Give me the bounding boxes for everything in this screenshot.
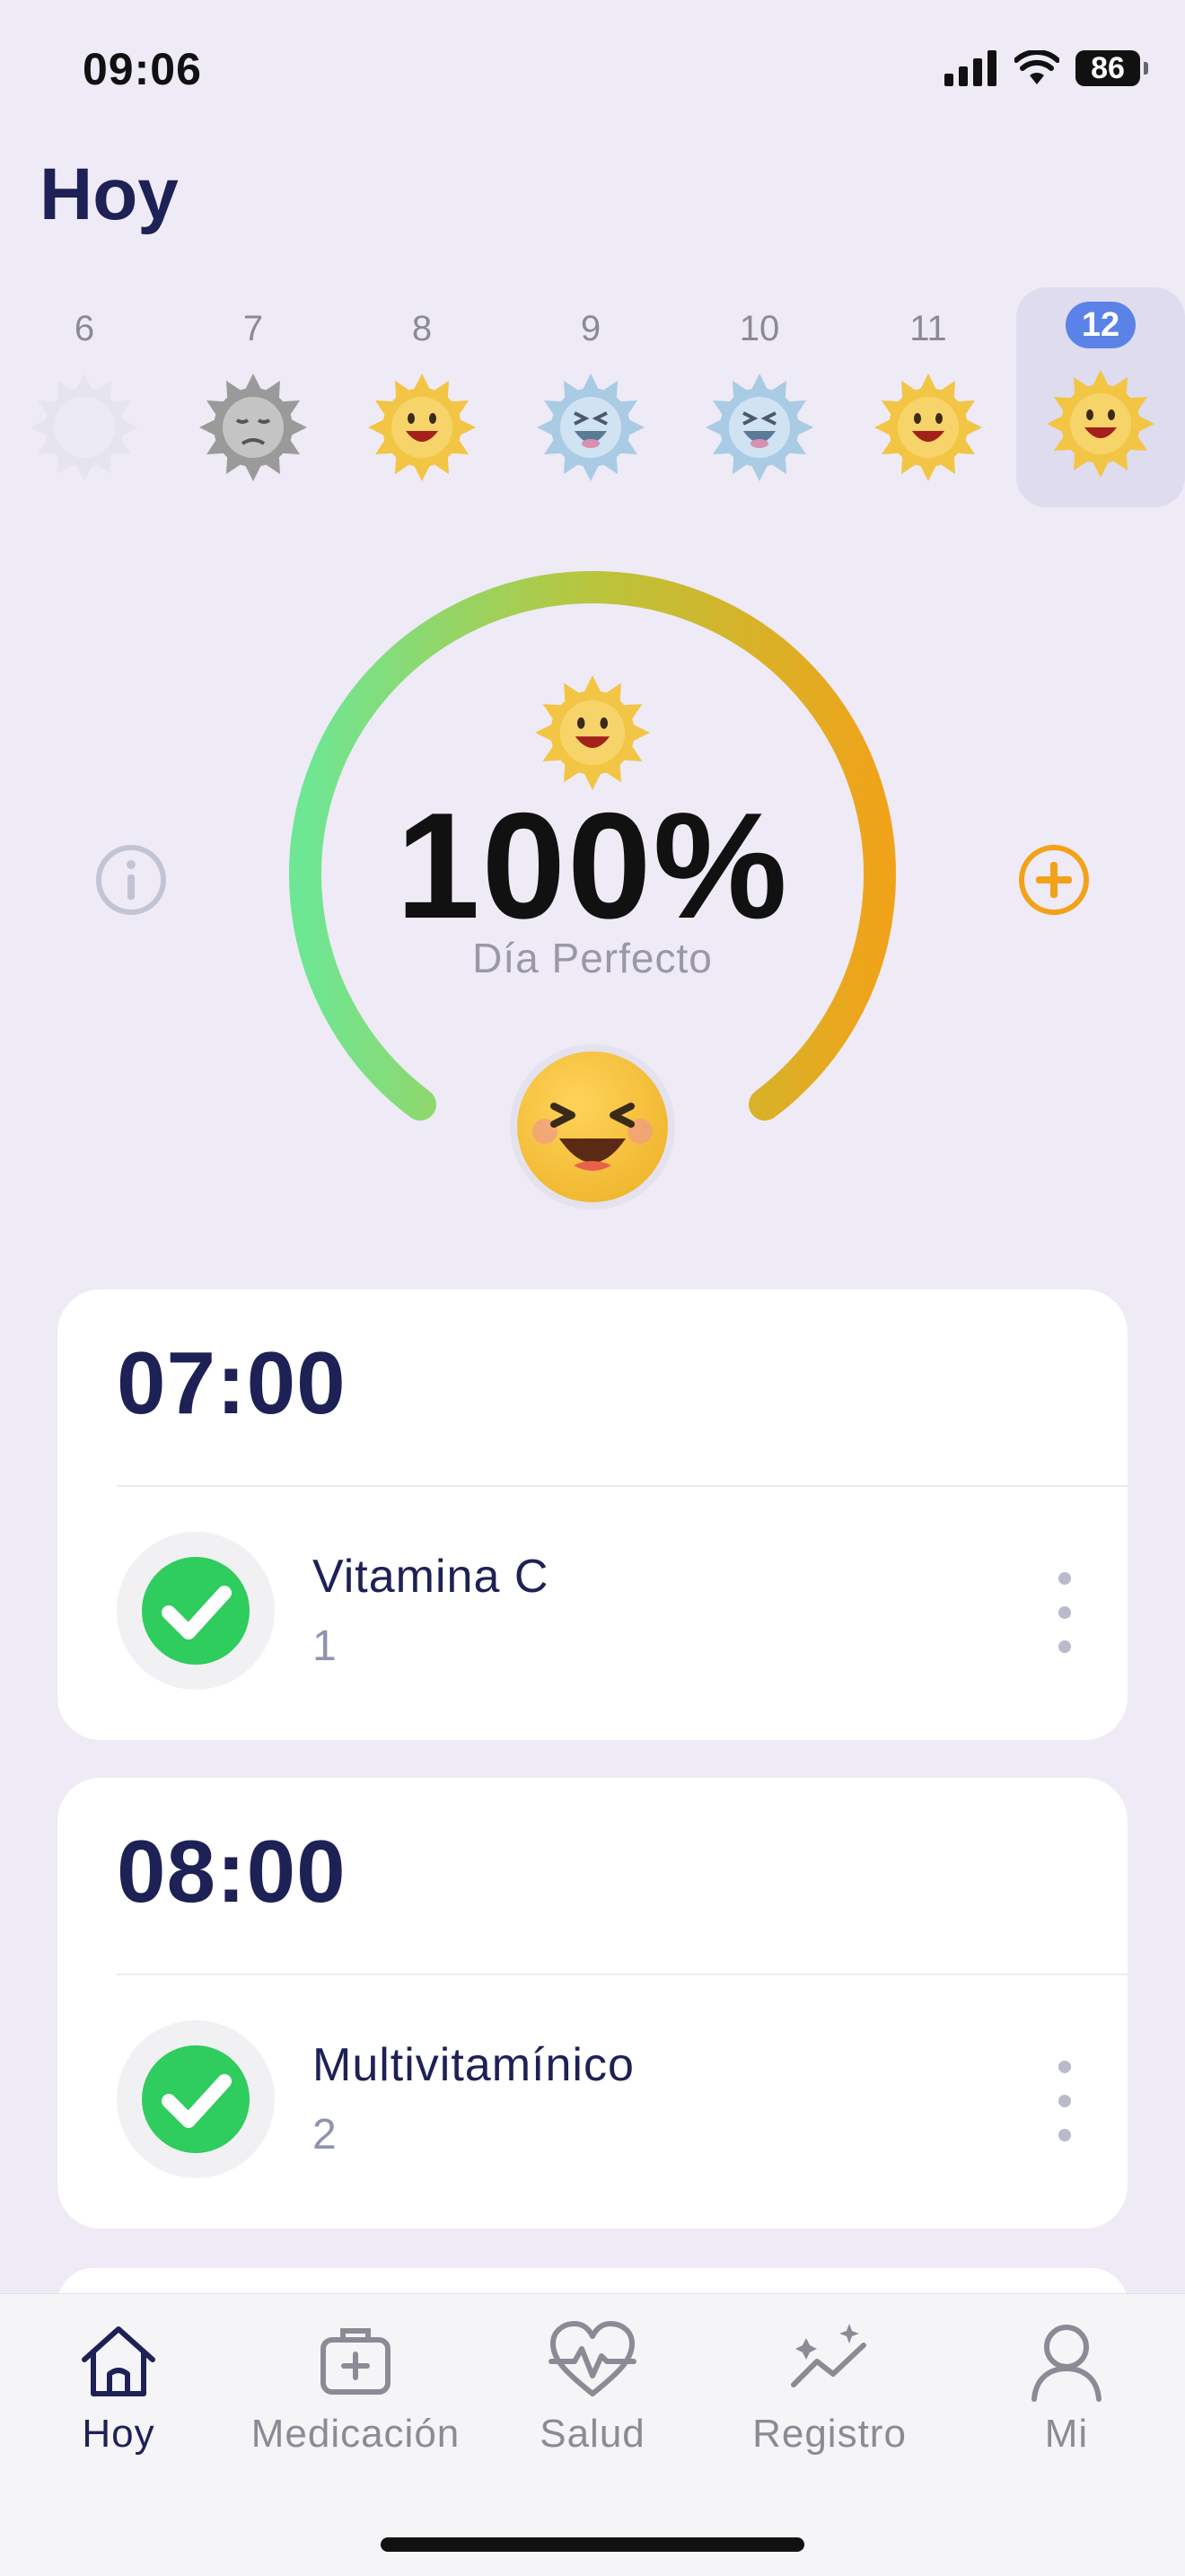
day-item-8[interactable]: 8: [347, 287, 497, 507]
day-number: 11: [909, 309, 947, 348]
medication-name[interactable]: Multivitamínico: [312, 2038, 635, 2092]
battery-indicator: 86: [1075, 50, 1148, 86]
tab-label: Medicación: [250, 2412, 461, 2456]
check-icon: [142, 2045, 250, 2153]
status-icons: 86: [944, 50, 1148, 86]
day-item-10[interactable]: 10: [684, 287, 835, 507]
day-item-7[interactable]: 7: [178, 287, 329, 507]
day-number: 12: [1065, 302, 1137, 348]
day-number: 8: [411, 309, 433, 348]
sun-mood-icon: [1045, 368, 1156, 479]
signal-icon: [944, 50, 996, 86]
tab-label: Salud: [540, 2412, 645, 2456]
divider: [117, 1485, 1128, 1487]
more-options-icon[interactable]: [1056, 2061, 1074, 2141]
laughing-face-icon[interactable]: [507, 1042, 678, 1212]
wifi-icon: [1014, 50, 1059, 84]
person-icon: [1031, 2325, 1102, 2402]
sun-mood-icon: [366, 372, 478, 483]
day-number: 10: [739, 309, 780, 348]
home-indicator[interactable]: [381, 2537, 804, 2552]
tab-hoy[interactable]: Hoy: [0, 2317, 237, 2457]
sun-mood-icon: [198, 372, 309, 483]
medication-quantity: 2: [312, 2111, 337, 2158]
tab-registro[interactable]: Registro: [711, 2317, 948, 2457]
taken-check-button[interactable]: [117, 2020, 275, 2178]
tab-medicacion[interactable]: Medicación: [237, 2317, 474, 2457]
tab-label: Hoy: [82, 2412, 155, 2456]
day-number: 9: [580, 309, 601, 348]
tab-label: Mi: [1044, 2412, 1089, 2456]
sun-mood-icon: [29, 372, 140, 483]
medication-quantity: 1: [312, 1622, 337, 1670]
dose-time: 08:00: [117, 1822, 347, 1921]
day-item-9[interactable]: 9: [515, 287, 666, 507]
day-status-label: Día Perfecto: [472, 935, 713, 981]
week-strip: 6 7 8 9 10 11 12: [0, 287, 1185, 507]
day-item-11[interactable]: 11: [853, 287, 1004, 507]
status-time: 09:06: [83, 44, 202, 94]
heartbeat-icon: [549, 2321, 636, 2396]
check-icon: [142, 1557, 250, 1665]
day-number: 7: [242, 309, 264, 348]
page-title: Hoy: [40, 154, 179, 235]
taken-check-button[interactable]: [117, 1532, 275, 1690]
trend-icon: [791, 2324, 866, 2387]
schedule-card: 07:00 Vitamina C 1: [57, 1289, 1128, 1740]
tab-salud[interactable]: Salud: [474, 2317, 711, 2457]
sun-mood-icon: [704, 372, 815, 483]
medication-name[interactable]: Vitamina C: [312, 1550, 549, 1604]
sun-mood-icon: [873, 372, 984, 483]
sun-mood-icon: [535, 675, 650, 790]
medicine-box-icon: [320, 2328, 391, 2395]
more-options-icon[interactable]: [1056, 1572, 1074, 1653]
day-item-6[interactable]: 6: [9, 287, 160, 507]
divider: [117, 1974, 1128, 1975]
tab-label: Registro: [752, 2412, 907, 2456]
day-number: 6: [74, 309, 95, 348]
tab-mi[interactable]: Mi: [948, 2317, 1185, 2457]
adherence-percent: 100%: [396, 781, 789, 950]
dose-time: 07:00: [117, 1333, 347, 1432]
schedule-card: 08:00 Multivitamínico 2: [57, 1778, 1128, 2229]
sun-mood-icon: [535, 372, 646, 483]
home-icon: [82, 2326, 155, 2396]
day-item-12[interactable]: 12: [1016, 287, 1185, 507]
